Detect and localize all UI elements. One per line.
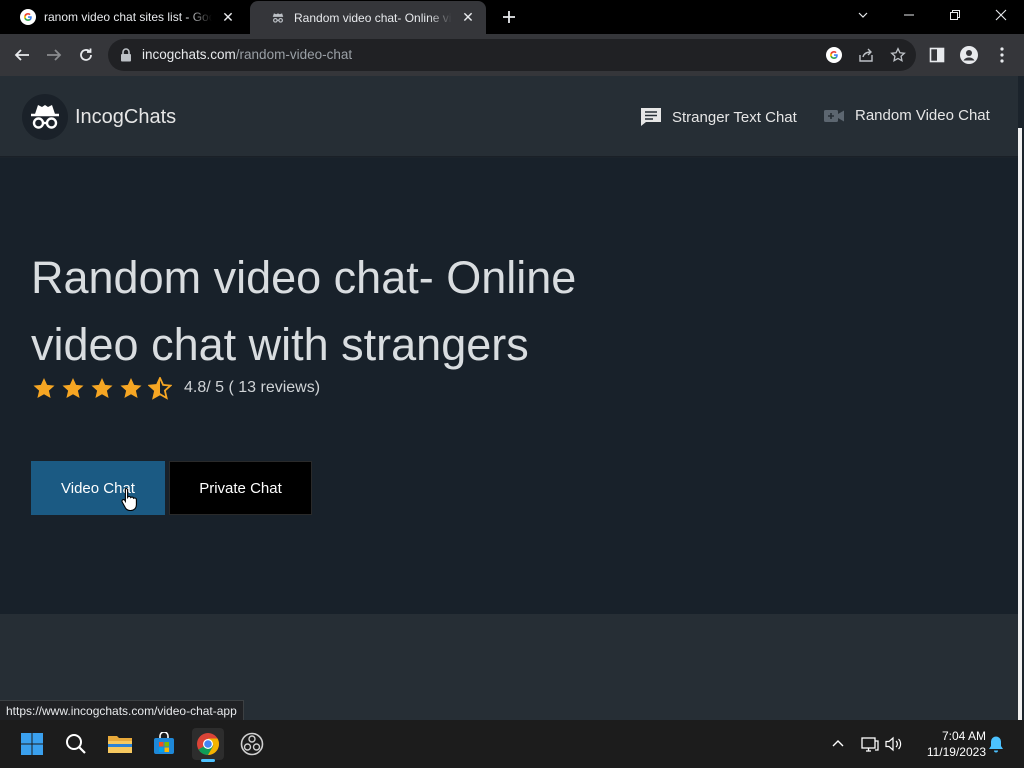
tab-google-search[interactable]: ranom video chat sites list - Google Sea… [0, 0, 246, 34]
hero-section: Random video chat- Online video chat wit… [0, 158, 1018, 614]
hand-cursor-icon [121, 487, 137, 511]
scrollbar-thumb[interactable] [1018, 128, 1022, 720]
hero-title: Random video chat- Online video chat wit… [31, 252, 577, 370]
browser-toolbar: incogchats.com/random-video-chat [0, 34, 1024, 76]
back-icon[interactable] [8, 41, 36, 69]
star-full-icon [60, 376, 86, 400]
windows-taskbar: 7:04 AM 11/19/2023 [0, 720, 1024, 768]
tab-title: Random video chat- Online video chat wit… [294, 10, 452, 25]
chat-bubble-icon [640, 107, 662, 127]
share-icon[interactable] [857, 46, 875, 64]
clock-date: 11/19/2023 [926, 745, 986, 759]
url-domain: incogchats.com [142, 47, 236, 62]
video-chat-button[interactable]: Video Chat [31, 461, 165, 515]
star-full-icon [31, 376, 57, 400]
link-status-bar: https://www.incogchats.com/video-chat-ap… [0, 700, 244, 720]
show-hidden-icons-icon[interactable] [828, 734, 848, 754]
microsoft-store-icon[interactable] [148, 728, 180, 760]
restore-icon[interactable] [932, 0, 978, 30]
close-tab-icon[interactable]: ✕ [220, 9, 236, 25]
browser-tab-strip: ranom video chat sites list - Google Sea… [0, 0, 1024, 34]
google-g-icon [20, 9, 36, 25]
network-icon[interactable] [860, 734, 880, 754]
address-bar[interactable]: incogchats.com/random-video-chat [108, 39, 916, 71]
clock-time: 7:04 AM [941, 729, 986, 743]
system-clock[interactable]: 7:04 AM 11/19/2023 [912, 728, 986, 760]
profile-icon[interactable] [955, 41, 983, 69]
incognito-logo-icon[interactable] [22, 94, 68, 140]
nav-label: Stranger Text Chat [672, 108, 797, 126]
private-chat-button[interactable]: Private Chat [169, 461, 312, 515]
search-icon[interactable] [60, 728, 92, 760]
active-app-indicator [201, 759, 215, 762]
star-rating: 4.8/ 5 ( 13 reviews) [31, 376, 320, 400]
tab-title: ranom video chat sites list - Google Sea… [44, 10, 212, 24]
new-tab-button[interactable] [498, 6, 520, 28]
google-lens-icon[interactable] [825, 46, 843, 64]
forward-icon[interactable] [40, 41, 68, 69]
video-camera-icon [823, 108, 845, 124]
rating-text: 4.8/ 5 ( 13 reviews) [184, 379, 321, 396]
nav-random-video-chat[interactable]: Random Video Chat [823, 107, 990, 124]
close-tab-icon[interactable]: ✕ [460, 9, 476, 26]
site-header: IncogChats Stranger Text Chat Random Vid… [0, 76, 1024, 157]
tab-search-icon[interactable] [840, 0, 886, 30]
file-explorer-icon[interactable] [104, 728, 136, 760]
tab-random-video-chat[interactable]: Random video chat- Online video chat wit… [250, 1, 486, 34]
star-half-icon [147, 376, 173, 400]
url-text[interactable]: incogchats.com/random-video-chat [142, 47, 352, 62]
close-window-icon[interactable] [978, 0, 1024, 30]
incognito-icon [270, 10, 286, 26]
notification-bell-icon[interactable] [986, 734, 1006, 754]
lock-icon[interactable] [120, 48, 132, 67]
site-name[interactable]: IncogChats [75, 106, 176, 129]
bookmark-star-icon[interactable] [889, 46, 907, 64]
nav-label: Random Video Chat [855, 107, 990, 124]
windows-start-icon[interactable] [16, 728, 48, 760]
url-path: /random-video-chat [235, 47, 353, 62]
minimize-icon[interactable] [886, 0, 932, 30]
nav-stranger-text-chat[interactable]: Stranger Text Chat [640, 107, 797, 127]
obs-icon[interactable] [236, 728, 268, 760]
web-page: IncogChats Stranger Text Chat Random Vid… [0, 76, 1024, 720]
volume-icon[interactable] [884, 734, 904, 754]
reload-icon[interactable] [72, 41, 100, 69]
chrome-icon[interactable] [192, 728, 224, 762]
chrome-menu-icon[interactable] [988, 41, 1016, 69]
side-panel-icon[interactable] [923, 41, 951, 69]
star-full-icon [89, 376, 115, 400]
star-full-icon [118, 376, 144, 400]
